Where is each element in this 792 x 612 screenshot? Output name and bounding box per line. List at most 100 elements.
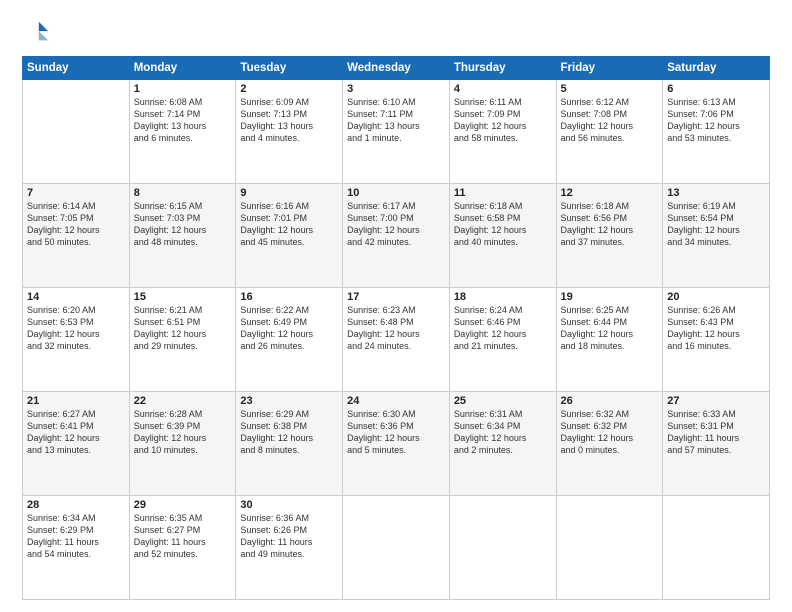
day-info: Sunrise: 6:21 AM Sunset: 6:51 PM Dayligh…	[134, 304, 232, 353]
day-number: 21	[27, 395, 125, 407]
day-info: Sunrise: 6:29 AM Sunset: 6:38 PM Dayligh…	[240, 408, 338, 457]
logo-icon	[22, 18, 50, 46]
day-number: 29	[134, 499, 232, 511]
calendar-day-cell: 14Sunrise: 6:20 AM Sunset: 6:53 PM Dayli…	[23, 288, 130, 392]
day-number: 26	[561, 395, 659, 407]
calendar-day-cell: 20Sunrise: 6:26 AM Sunset: 6:43 PM Dayli…	[663, 288, 770, 392]
day-info: Sunrise: 6:32 AM Sunset: 6:32 PM Dayligh…	[561, 408, 659, 457]
day-number: 28	[27, 499, 125, 511]
day-number: 27	[667, 395, 765, 407]
calendar-day-cell: 16Sunrise: 6:22 AM Sunset: 6:49 PM Dayli…	[236, 288, 343, 392]
day-number: 17	[347, 291, 445, 303]
day-info: Sunrise: 6:24 AM Sunset: 6:46 PM Dayligh…	[454, 304, 552, 353]
day-number: 7	[27, 187, 125, 199]
day-info: Sunrise: 6:10 AM Sunset: 7:11 PM Dayligh…	[347, 96, 445, 145]
weekday-header-friday: Friday	[556, 57, 663, 80]
calendar-day-cell: 18Sunrise: 6:24 AM Sunset: 6:46 PM Dayli…	[449, 288, 556, 392]
calendar-day-cell: 29Sunrise: 6:35 AM Sunset: 6:27 PM Dayli…	[129, 496, 236, 600]
day-info: Sunrise: 6:11 AM Sunset: 7:09 PM Dayligh…	[454, 96, 552, 145]
calendar-day-cell: 23Sunrise: 6:29 AM Sunset: 6:38 PM Dayli…	[236, 392, 343, 496]
empty-cell	[343, 496, 450, 600]
calendar-day-cell: 10Sunrise: 6:17 AM Sunset: 7:00 PM Dayli…	[343, 184, 450, 288]
day-info: Sunrise: 6:22 AM Sunset: 6:49 PM Dayligh…	[240, 304, 338, 353]
day-number: 1	[134, 83, 232, 95]
day-info: Sunrise: 6:26 AM Sunset: 6:43 PM Dayligh…	[667, 304, 765, 353]
day-info: Sunrise: 6:08 AM Sunset: 7:14 PM Dayligh…	[134, 96, 232, 145]
header	[22, 18, 770, 46]
calendar-day-cell: 4Sunrise: 6:11 AM Sunset: 7:09 PM Daylig…	[449, 80, 556, 184]
empty-cell	[663, 496, 770, 600]
day-number: 16	[240, 291, 338, 303]
calendar-day-cell: 24Sunrise: 6:30 AM Sunset: 6:36 PM Dayli…	[343, 392, 450, 496]
day-info: Sunrise: 6:35 AM Sunset: 6:27 PM Dayligh…	[134, 512, 232, 561]
weekday-header-sunday: Sunday	[23, 57, 130, 80]
day-info: Sunrise: 6:17 AM Sunset: 7:00 PM Dayligh…	[347, 200, 445, 249]
calendar-day-cell: 21Sunrise: 6:27 AM Sunset: 6:41 PM Dayli…	[23, 392, 130, 496]
calendar-day-cell: 30Sunrise: 6:36 AM Sunset: 6:26 PM Dayli…	[236, 496, 343, 600]
day-info: Sunrise: 6:18 AM Sunset: 6:58 PM Dayligh…	[454, 200, 552, 249]
day-number: 18	[454, 291, 552, 303]
day-info: Sunrise: 6:30 AM Sunset: 6:36 PM Dayligh…	[347, 408, 445, 457]
day-info: Sunrise: 6:09 AM Sunset: 7:13 PM Dayligh…	[240, 96, 338, 145]
calendar-day-cell: 27Sunrise: 6:33 AM Sunset: 6:31 PM Dayli…	[663, 392, 770, 496]
empty-cell	[556, 496, 663, 600]
day-info: Sunrise: 6:19 AM Sunset: 6:54 PM Dayligh…	[667, 200, 765, 249]
calendar-day-cell: 5Sunrise: 6:12 AM Sunset: 7:08 PM Daylig…	[556, 80, 663, 184]
day-info: Sunrise: 6:31 AM Sunset: 6:34 PM Dayligh…	[454, 408, 552, 457]
calendar-day-cell: 9Sunrise: 6:16 AM Sunset: 7:01 PM Daylig…	[236, 184, 343, 288]
day-number: 23	[240, 395, 338, 407]
page: SundayMondayTuesdayWednesdayThursdayFrid…	[0, 0, 792, 612]
calendar-week-row: 28Sunrise: 6:34 AM Sunset: 6:29 PM Dayli…	[23, 496, 770, 600]
calendar-day-cell: 11Sunrise: 6:18 AM Sunset: 6:58 PM Dayli…	[449, 184, 556, 288]
calendar-day-cell: 2Sunrise: 6:09 AM Sunset: 7:13 PM Daylig…	[236, 80, 343, 184]
calendar-week-row: 14Sunrise: 6:20 AM Sunset: 6:53 PM Dayli…	[23, 288, 770, 392]
day-number: 25	[454, 395, 552, 407]
calendar-table: SundayMondayTuesdayWednesdayThursdayFrid…	[22, 56, 770, 600]
day-number: 3	[347, 83, 445, 95]
calendar-day-cell: 26Sunrise: 6:32 AM Sunset: 6:32 PM Dayli…	[556, 392, 663, 496]
day-info: Sunrise: 6:34 AM Sunset: 6:29 PM Dayligh…	[27, 512, 125, 561]
empty-cell	[23, 80, 130, 184]
calendar-day-cell: 13Sunrise: 6:19 AM Sunset: 6:54 PM Dayli…	[663, 184, 770, 288]
logo	[22, 18, 54, 46]
day-number: 20	[667, 291, 765, 303]
weekday-header-row: SundayMondayTuesdayWednesdayThursdayFrid…	[23, 57, 770, 80]
calendar-day-cell: 28Sunrise: 6:34 AM Sunset: 6:29 PM Dayli…	[23, 496, 130, 600]
day-number: 14	[27, 291, 125, 303]
day-info: Sunrise: 6:25 AM Sunset: 6:44 PM Dayligh…	[561, 304, 659, 353]
day-info: Sunrise: 6:36 AM Sunset: 6:26 PM Dayligh…	[240, 512, 338, 561]
day-number: 8	[134, 187, 232, 199]
day-number: 24	[347, 395, 445, 407]
day-info: Sunrise: 6:14 AM Sunset: 7:05 PM Dayligh…	[27, 200, 125, 249]
day-info: Sunrise: 6:13 AM Sunset: 7:06 PM Dayligh…	[667, 96, 765, 145]
calendar-day-cell: 1Sunrise: 6:08 AM Sunset: 7:14 PM Daylig…	[129, 80, 236, 184]
calendar-day-cell: 7Sunrise: 6:14 AM Sunset: 7:05 PM Daylig…	[23, 184, 130, 288]
day-number: 9	[240, 187, 338, 199]
calendar-week-row: 7Sunrise: 6:14 AM Sunset: 7:05 PM Daylig…	[23, 184, 770, 288]
day-info: Sunrise: 6:20 AM Sunset: 6:53 PM Dayligh…	[27, 304, 125, 353]
calendar-day-cell: 6Sunrise: 6:13 AM Sunset: 7:06 PM Daylig…	[663, 80, 770, 184]
day-number: 12	[561, 187, 659, 199]
day-number: 30	[240, 499, 338, 511]
calendar-week-row: 21Sunrise: 6:27 AM Sunset: 6:41 PM Dayli…	[23, 392, 770, 496]
day-number: 19	[561, 291, 659, 303]
calendar-day-cell: 8Sunrise: 6:15 AM Sunset: 7:03 PM Daylig…	[129, 184, 236, 288]
day-number: 2	[240, 83, 338, 95]
day-info: Sunrise: 6:27 AM Sunset: 6:41 PM Dayligh…	[27, 408, 125, 457]
day-info: Sunrise: 6:18 AM Sunset: 6:56 PM Dayligh…	[561, 200, 659, 249]
day-number: 10	[347, 187, 445, 199]
weekday-header-wednesday: Wednesday	[343, 57, 450, 80]
weekday-header-monday: Monday	[129, 57, 236, 80]
calendar-day-cell: 15Sunrise: 6:21 AM Sunset: 6:51 PM Dayli…	[129, 288, 236, 392]
day-number: 5	[561, 83, 659, 95]
day-number: 6	[667, 83, 765, 95]
calendar-day-cell: 3Sunrise: 6:10 AM Sunset: 7:11 PM Daylig…	[343, 80, 450, 184]
calendar-day-cell: 12Sunrise: 6:18 AM Sunset: 6:56 PM Dayli…	[556, 184, 663, 288]
day-info: Sunrise: 6:15 AM Sunset: 7:03 PM Dayligh…	[134, 200, 232, 249]
calendar-week-row: 1Sunrise: 6:08 AM Sunset: 7:14 PM Daylig…	[23, 80, 770, 184]
empty-cell	[449, 496, 556, 600]
calendar-day-cell: 19Sunrise: 6:25 AM Sunset: 6:44 PM Dayli…	[556, 288, 663, 392]
calendar-day-cell: 22Sunrise: 6:28 AM Sunset: 6:39 PM Dayli…	[129, 392, 236, 496]
day-info: Sunrise: 6:33 AM Sunset: 6:31 PM Dayligh…	[667, 408, 765, 457]
day-info: Sunrise: 6:12 AM Sunset: 7:08 PM Dayligh…	[561, 96, 659, 145]
